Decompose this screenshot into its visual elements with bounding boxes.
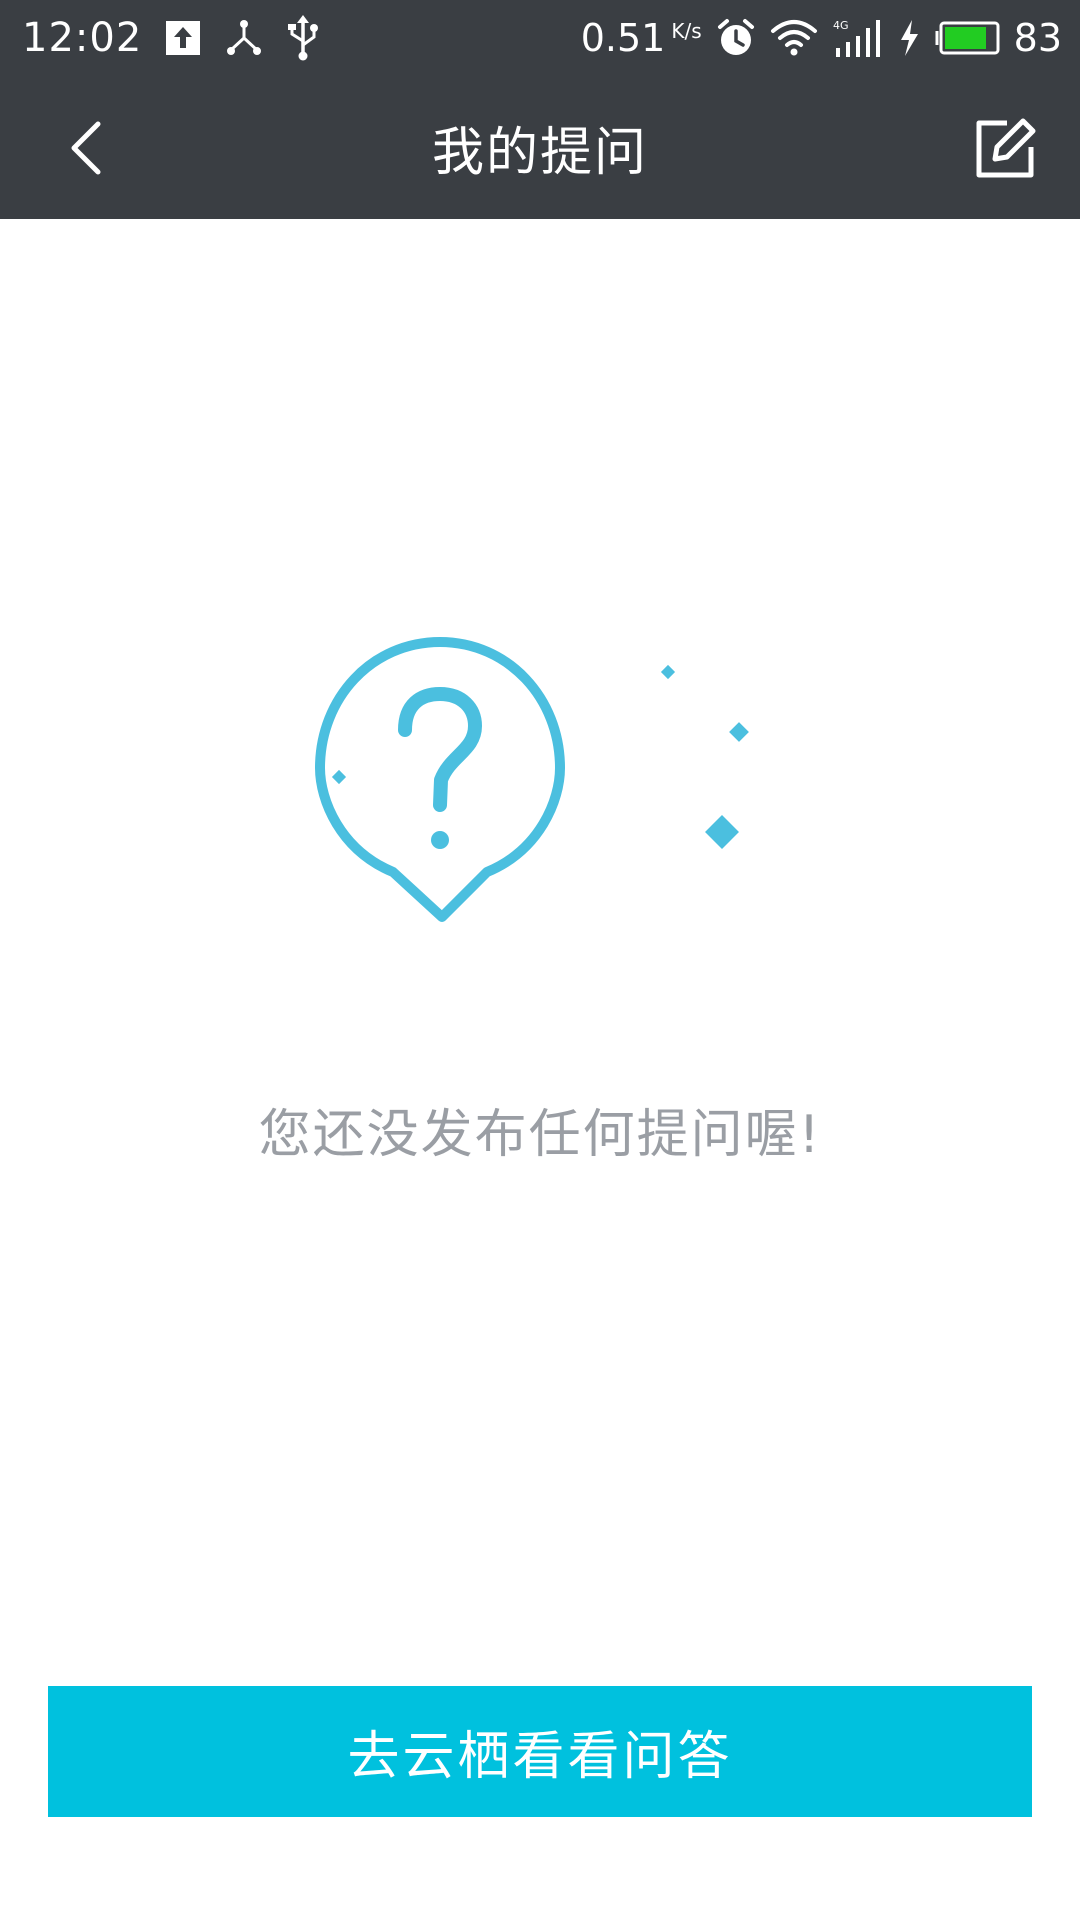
compose-question-button[interactable]: [970, 114, 1040, 184]
question-bubble-icon: [315, 637, 749, 922]
network-speed-unit: K/s: [671, 19, 702, 43]
battery-fill: [944, 27, 986, 49]
empty-state-message: 您还没发布任何提问喔!: [258, 1105, 822, 1165]
page-title: 我的提问: [431, 123, 648, 183]
edit-icon: [976, 118, 1036, 178]
app-header: 我的提问: [0, 76, 1080, 219]
empty-state-illustration: [310, 630, 770, 950]
status-bar-right: 0.51 K/s 4G 83: [581, 0, 1062, 76]
network-speed: 0.51 K/s: [581, 19, 702, 57]
status-bar-left: 12:02: [22, 0, 320, 76]
usb-icon: [286, 15, 320, 61]
network-type-label: 4G: [833, 19, 849, 32]
status-bar: 12:02 0.51 K/s 4G 83: [0, 0, 1080, 76]
network-speed-value: 0.51: [580, 16, 666, 60]
browse-qa-button[interactable]: 去云栖看看问答: [48, 1686, 1032, 1817]
wifi-icon: [770, 19, 818, 57]
battery-icon: [934, 21, 1000, 55]
charging-icon: [898, 19, 920, 57]
status-time: 12:02: [22, 15, 143, 61]
cellular-signal-icon: 4G: [832, 18, 884, 58]
share-network-icon: [224, 18, 264, 58]
alarm-icon: [716, 18, 756, 58]
upload-notification-icon: [164, 19, 202, 57]
battery-percent: 83: [1013, 16, 1062, 60]
